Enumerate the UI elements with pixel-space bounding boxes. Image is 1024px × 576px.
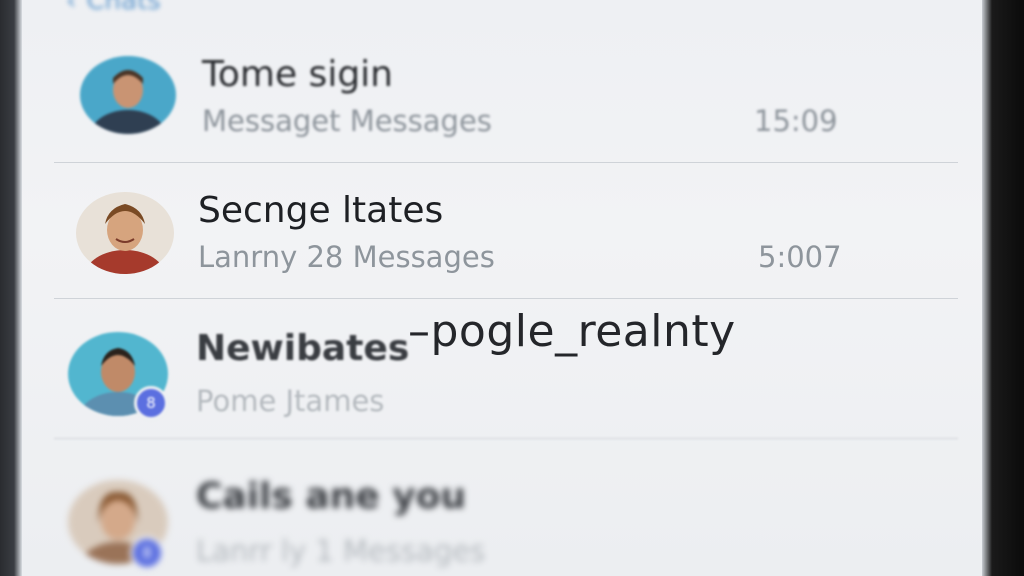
conversation-subtitle: Messaget Messages	[202, 104, 492, 138]
list-item[interactable]: 8 Cails ane you Lanrr ly 1 Messages	[52, 462, 960, 576]
conversation-name: Tome sigin	[202, 54, 393, 95]
avatar	[76, 192, 174, 274]
conversation-name: Cails ane you	[196, 476, 467, 517]
list-item[interactable]: Tome sigin Messaget Messages 15:09	[52, 40, 960, 160]
unread-badge: 8	[134, 386, 168, 420]
conversation-subtitle: Pome Jtames	[196, 384, 385, 418]
back-label: Chats	[86, 0, 161, 16]
avatar	[80, 56, 176, 134]
row-divider	[54, 298, 958, 299]
conversation-subtitle: Lanrny 28 Messages	[198, 240, 495, 274]
list-item[interactable]: Secnge ltates Lanrny 28 Messages 5:007	[52, 176, 960, 296]
conversation-name: Newibates	[196, 328, 410, 369]
overlay-caption: –pogle_realnty	[408, 306, 736, 357]
conversation-subtitle: Lanrr ly 1 Messages	[196, 534, 486, 568]
chat-list-screen: ‹ Chats Tome sigin Messaget Messages 15:0…	[22, 0, 982, 576]
conversation-time: 5:007	[758, 240, 842, 274]
conversation-time: 15:09	[754, 104, 838, 138]
person-photo-icon	[80, 56, 176, 134]
row-divider	[54, 162, 958, 163]
chevron-left-icon: ‹	[66, 0, 77, 16]
row-divider	[54, 438, 958, 439]
back-button[interactable]: ‹ Chats	[66, 0, 161, 16]
phone-photo: ‹ Chats Tome sigin Messaget Messages 15:0…	[0, 0, 1024, 576]
conversation-name: Secnge ltates	[198, 190, 444, 231]
unread-badge: 8	[130, 536, 164, 570]
person-photo-icon	[76, 192, 174, 274]
